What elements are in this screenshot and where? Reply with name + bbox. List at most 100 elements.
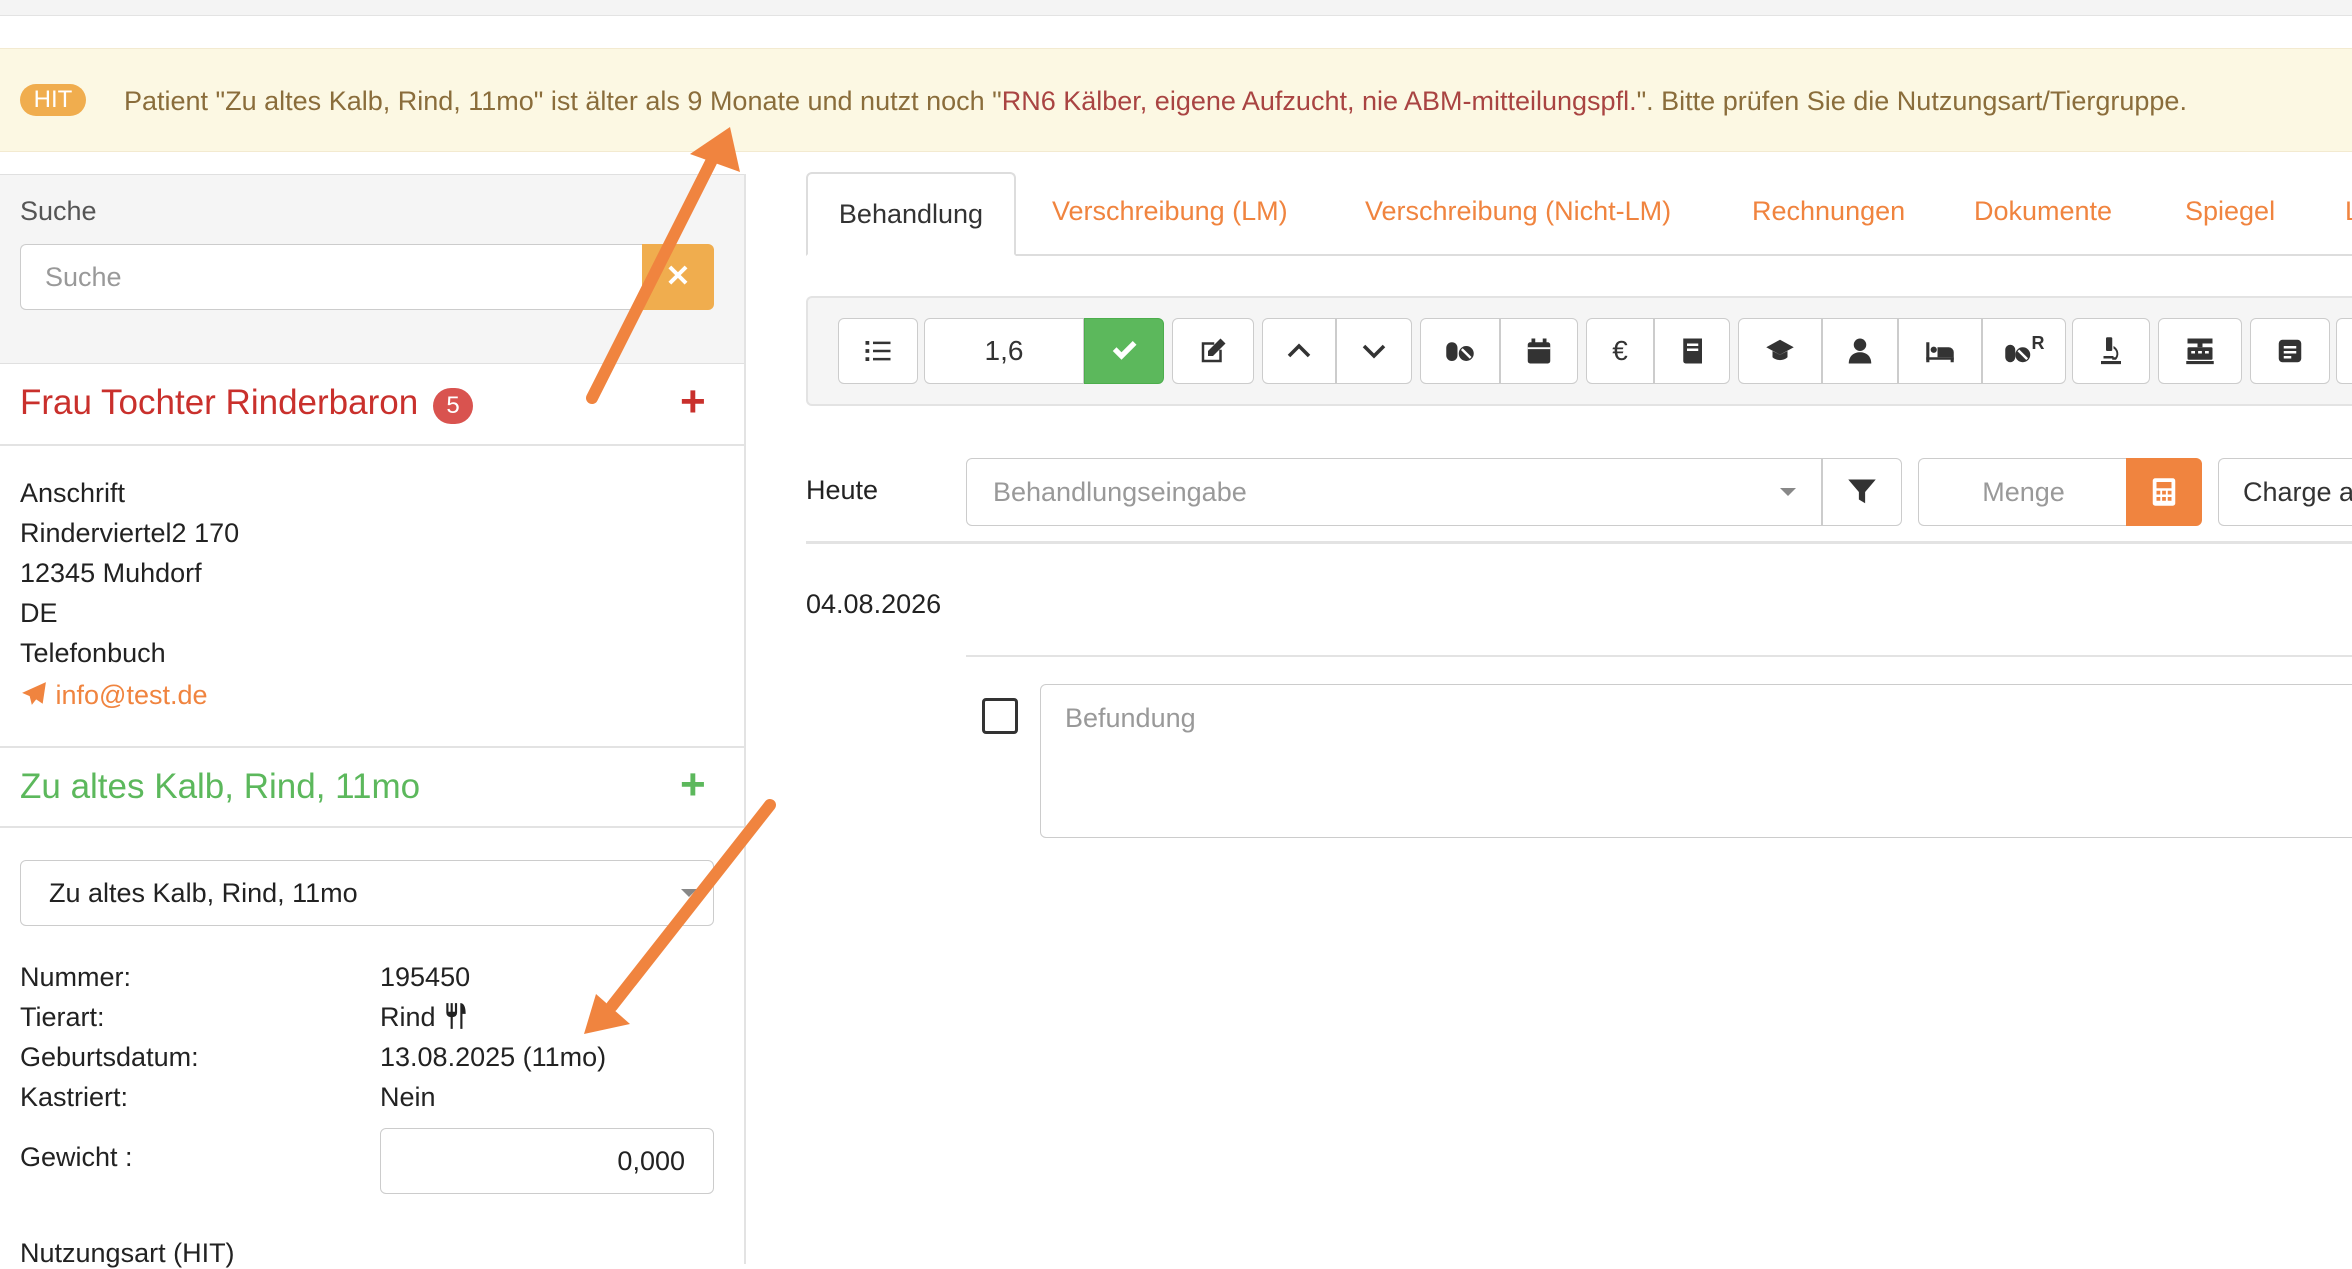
list-icon bbox=[865, 341, 891, 361]
alert-message: Patient "Zu altes Kalb, Rind, 11mo" ist … bbox=[124, 84, 2187, 118]
cash-register-button[interactable] bbox=[2158, 318, 2242, 384]
search-clear-button[interactable]: ✕ bbox=[642, 244, 714, 310]
divider bbox=[0, 826, 745, 828]
weight-input[interactable]: 0,000 bbox=[380, 1128, 714, 1194]
treatment-input[interactable]: Behandlungseingabe bbox=[966, 458, 1822, 526]
move-up-button[interactable] bbox=[1262, 318, 1336, 384]
tab-more[interactable]: L bbox=[2345, 196, 2352, 227]
tierart-text: Rind bbox=[380, 1002, 436, 1032]
times-icon: ✕ bbox=[665, 260, 691, 293]
book-icon bbox=[1683, 338, 1702, 364]
pills-icon bbox=[1446, 342, 1474, 361]
owner-count-badge: 5 bbox=[433, 388, 473, 424]
chevron-down-icon bbox=[1780, 488, 1796, 496]
tab-dokumente[interactable]: Dokumente bbox=[1974, 196, 2112, 227]
divider bbox=[806, 541, 2352, 544]
alert-text-prefix: Patient "Zu altes Kalb, Rind, 11mo" ist … bbox=[124, 86, 1002, 116]
graduation-cap-icon bbox=[1766, 339, 1794, 361]
pills-r-icon bbox=[2004, 344, 2030, 363]
filter-icon bbox=[1848, 479, 1876, 504]
calendar-button[interactable] bbox=[1500, 318, 1578, 384]
user-icon bbox=[1848, 338, 1872, 364]
address-city: 12345 Muhdorf bbox=[20, 558, 202, 588]
email-text: info@test.de bbox=[55, 680, 208, 710]
amount-input[interactable]: Menge bbox=[1918, 458, 2128, 526]
geburtsdatum-value: 13.08.2025 (11mo) bbox=[380, 1042, 607, 1072]
move-down-button[interactable] bbox=[1336, 318, 1412, 384]
invoice-button[interactable]: € bbox=[1586, 318, 1654, 384]
search-label: Suche bbox=[20, 196, 97, 226]
tab-verschreibung-nicht-lm[interactable]: Verschreibung (Nicht-LM) bbox=[1365, 196, 1671, 227]
add-animal-button[interactable]: + bbox=[680, 763, 706, 807]
geburtsdatum-label: Geburtsdatum: bbox=[20, 1042, 199, 1072]
top-bar bbox=[0, 0, 2352, 16]
divider bbox=[0, 444, 745, 446]
findings-textarea[interactable]: Befundung bbox=[1040, 684, 2352, 838]
date-label: Heute bbox=[806, 475, 879, 505]
book-button[interactable] bbox=[1654, 318, 1730, 384]
calendar-icon bbox=[1527, 338, 1551, 364]
alert-text-suffix: ". Bitte prüfen Sie die Nutzungsart/Tier… bbox=[1636, 86, 2187, 116]
tabs-baseline bbox=[806, 254, 2352, 256]
charge-input[interactable]: Charge a bbox=[2218, 458, 2352, 526]
nutzungsart-label: Nutzungsart (HIT) bbox=[20, 1238, 235, 1268]
tab-verschreibung-lm[interactable]: Verschreibung (LM) bbox=[1052, 196, 1288, 227]
add-owner-button[interactable]: + bbox=[680, 380, 706, 424]
animal-select-value: Zu altes Kalb, Rind, 11mo bbox=[49, 878, 358, 908]
address-country: DE bbox=[20, 598, 58, 628]
divider bbox=[966, 655, 2352, 657]
filter-button[interactable] bbox=[1822, 458, 1902, 526]
prescription-button[interactable]: R bbox=[1982, 318, 2066, 384]
owner-name[interactable]: Frau Tochter Rinderbaron bbox=[20, 383, 418, 423]
hit-badge: HIT bbox=[20, 84, 86, 116]
cutlery-icon bbox=[446, 1003, 466, 1029]
record-checkbox[interactable] bbox=[982, 698, 1018, 734]
animal-name[interactable]: Zu altes Kalb, Rind, 11mo bbox=[20, 767, 420, 807]
edit-button[interactable] bbox=[1172, 318, 1254, 384]
email-link[interactable]: info@test.de bbox=[20, 680, 208, 711]
kastriert-label: Kastriert: bbox=[20, 1082, 129, 1112]
tierart-value: Rind bbox=[380, 1002, 469, 1033]
cash-register-icon bbox=[2186, 338, 2214, 365]
tab-spiegel[interactable]: Spiegel bbox=[2185, 196, 2275, 227]
tab-behandlung[interactable]: Behandlung bbox=[806, 172, 1016, 256]
lab-button[interactable] bbox=[2072, 318, 2150, 384]
medication-button[interactable] bbox=[1420, 318, 1500, 384]
chevron-up-icon bbox=[1287, 343, 1311, 358]
stationary-button[interactable] bbox=[1898, 318, 1982, 384]
gewicht-label: Gewicht : bbox=[20, 1142, 133, 1172]
more-toolbar-button[interactable] bbox=[2336, 318, 2352, 384]
list-button[interactable] bbox=[838, 318, 918, 384]
plus-icon: + bbox=[680, 760, 706, 809]
education-button[interactable] bbox=[1738, 318, 1822, 384]
animal-select[interactable]: Zu altes Kalb, Rind, 11mo bbox=[20, 860, 714, 926]
confirm-button[interactable] bbox=[1084, 318, 1164, 384]
address-label: Anschrift bbox=[20, 478, 126, 508]
search-input[interactable]: Suche bbox=[20, 244, 642, 310]
phonebook-link[interactable]: Telefonbuch bbox=[20, 638, 166, 669]
calculator-button[interactable] bbox=[2126, 458, 2202, 526]
microscope-icon bbox=[2101, 337, 2121, 365]
person-button[interactable] bbox=[1822, 318, 1898, 384]
edit-icon bbox=[1201, 338, 1226, 363]
kastriert-value: Nein bbox=[380, 1082, 436, 1112]
nummer-label: Nummer: bbox=[20, 962, 132, 992]
sidebar-divider bbox=[744, 174, 746, 1264]
zoom-value: 1,6 bbox=[984, 335, 1024, 366]
divider bbox=[0, 746, 745, 748]
calculator-icon bbox=[2152, 478, 2176, 506]
pills-r-superscript: R bbox=[2031, 332, 2045, 353]
notes-button[interactable] bbox=[2250, 318, 2330, 384]
check-icon bbox=[1112, 341, 1137, 360]
notes-icon bbox=[2278, 339, 2302, 363]
record-date: 04.08.2026 bbox=[806, 589, 942, 619]
tab-rechnungen[interactable]: Rechnungen bbox=[1752, 196, 1905, 227]
paper-plane-icon bbox=[22, 682, 46, 705]
euro-icon: € bbox=[1612, 335, 1628, 366]
chevron-down-icon bbox=[1362, 344, 1386, 359]
alert-text-highlight: RN6 Kälber, eigene Aufzucht, nie ABM-mit… bbox=[1001, 86, 1637, 116]
arrow-head-birthdate bbox=[584, 994, 630, 1034]
plus-icon: + bbox=[680, 377, 706, 426]
zoom-input[interactable]: 1,6 bbox=[924, 318, 1084, 384]
tierart-label: Tierart: bbox=[20, 1002, 105, 1032]
